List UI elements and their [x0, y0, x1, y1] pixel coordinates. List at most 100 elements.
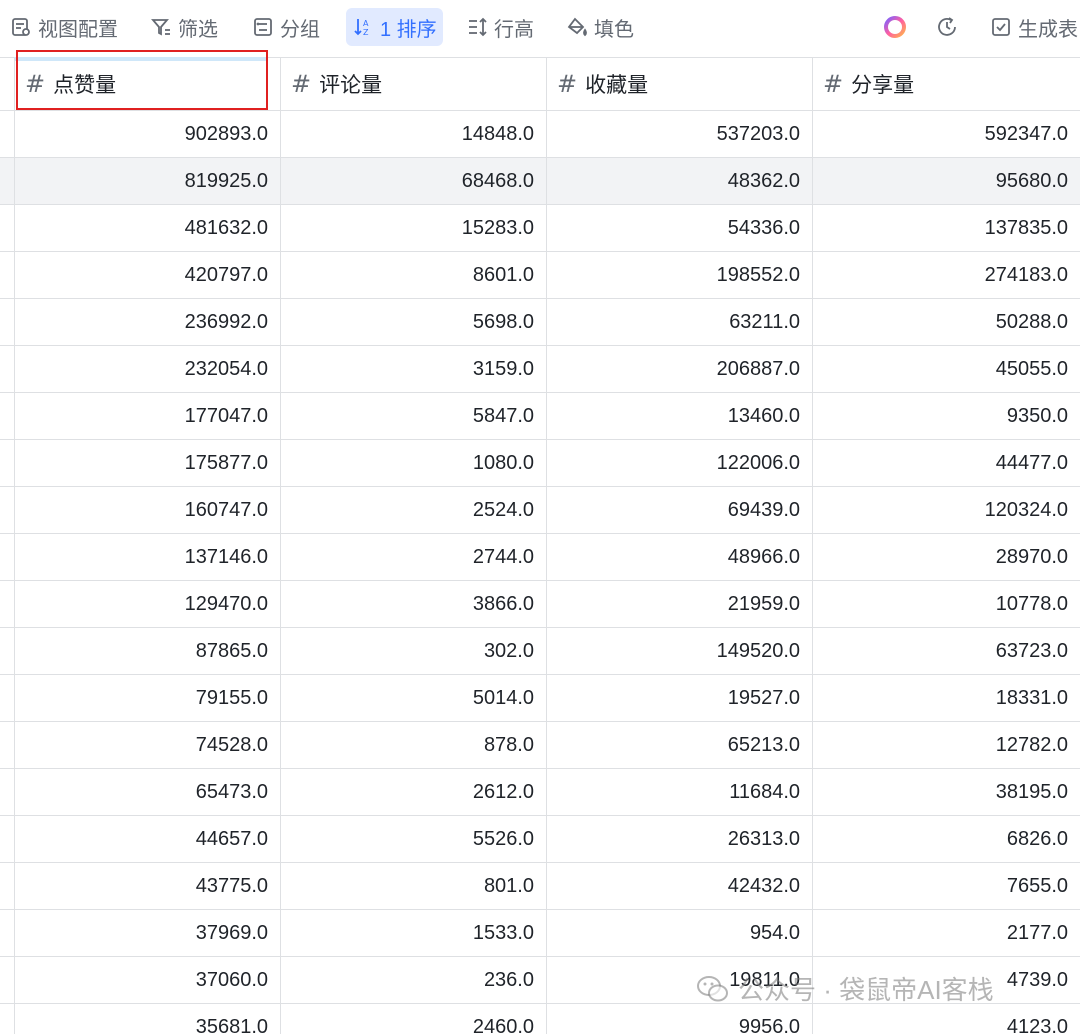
- row-height-button[interactable]: 行高: [466, 8, 534, 46]
- table-row[interactable]: 87865.0 302.0 149520.0 63723.0: [0, 628, 1080, 675]
- column-header-comments[interactable]: # 评论量: [280, 58, 546, 110]
- comments-cell[interactable]: 801.0: [280, 863, 546, 909]
- favorites-cell[interactable]: 21959.0: [546, 581, 812, 627]
- favorites-cell[interactable]: 954.0: [546, 910, 812, 956]
- table-row[interactable]: 37060.0 236.0 19811.0 4739.0: [0, 957, 1080, 1004]
- shares-cell[interactable]: 63723.0: [812, 628, 1080, 674]
- shares-cell[interactable]: 4123.0: [812, 1004, 1080, 1034]
- favorites-cell[interactable]: 149520.0: [546, 628, 812, 674]
- likes-cell[interactable]: 137146.0: [14, 534, 280, 580]
- shares-cell[interactable]: 4739.0: [812, 957, 1080, 1003]
- table-row[interactable]: 160747.0 2524.0 69439.0 120324.0: [0, 487, 1080, 534]
- view-config-button[interactable]: 视图配置: [10, 8, 118, 46]
- likes-cell[interactable]: 420797.0: [14, 252, 280, 298]
- fill-color-button[interactable]: 填色: [566, 8, 634, 46]
- comments-cell[interactable]: 15283.0: [280, 205, 546, 251]
- likes-cell[interactable]: 87865.0: [14, 628, 280, 674]
- favorites-cell[interactable]: 11684.0: [546, 769, 812, 815]
- table-row[interactable]: 902893.0 14848.0 537203.0 592347.0: [0, 111, 1080, 158]
- table-row[interactable]: 236992.0 5698.0 63211.0 50288.0: [0, 299, 1080, 346]
- favorites-cell[interactable]: 19527.0: [546, 675, 812, 721]
- likes-cell[interactable]: 79155.0: [14, 675, 280, 721]
- comments-cell[interactable]: 3866.0: [280, 581, 546, 627]
- favorites-cell[interactable]: 9956.0: [546, 1004, 812, 1034]
- favorites-cell[interactable]: 122006.0: [546, 440, 812, 486]
- table-row[interactable]: 37969.0 1533.0 954.0 2177.0: [0, 910, 1080, 957]
- shares-cell[interactable]: 7655.0: [812, 863, 1080, 909]
- sort-button[interactable]: A Z 1 排序: [346, 8, 443, 46]
- likes-cell[interactable]: 819925.0: [14, 158, 280, 204]
- shares-cell[interactable]: 50288.0: [812, 299, 1080, 345]
- favorites-cell[interactable]: 19811.0: [546, 957, 812, 1003]
- comments-cell[interactable]: 5526.0: [280, 816, 546, 862]
- table-row[interactable]: 65473.0 2612.0 11684.0 38195.0: [0, 769, 1080, 816]
- favorites-cell[interactable]: 42432.0: [546, 863, 812, 909]
- likes-cell[interactable]: 232054.0: [14, 346, 280, 392]
- likes-cell[interactable]: 35681.0: [14, 1004, 280, 1034]
- favorites-cell[interactable]: 206887.0: [546, 346, 812, 392]
- table-row[interactable]: 35681.0 2460.0 9956.0 4123.0: [0, 1004, 1080, 1034]
- table-row[interactable]: 137146.0 2744.0 48966.0 28970.0: [0, 534, 1080, 581]
- shares-cell[interactable]: 9350.0: [812, 393, 1080, 439]
- likes-cell[interactable]: 43775.0: [14, 863, 280, 909]
- comments-cell[interactable]: 2460.0: [280, 1004, 546, 1034]
- shares-cell[interactable]: 274183.0: [812, 252, 1080, 298]
- table-row[interactable]: 420797.0 8601.0 198552.0 274183.0: [0, 252, 1080, 299]
- column-header-shares[interactable]: # 分享量: [812, 58, 1080, 110]
- favorites-cell[interactable]: 69439.0: [546, 487, 812, 533]
- column-header-likes[interactable]: # 点赞量: [14, 58, 280, 110]
- likes-cell[interactable]: 160747.0: [14, 487, 280, 533]
- column-header-favorites[interactable]: # 收藏量: [546, 58, 812, 110]
- comments-cell[interactable]: 236.0: [280, 957, 546, 1003]
- likes-cell[interactable]: 236992.0: [14, 299, 280, 345]
- likes-cell[interactable]: 65473.0: [14, 769, 280, 815]
- comments-cell[interactable]: 878.0: [280, 722, 546, 768]
- favorites-cell[interactable]: 537203.0: [546, 111, 812, 157]
- favorites-cell[interactable]: 198552.0: [546, 252, 812, 298]
- favorites-cell[interactable]: 13460.0: [546, 393, 812, 439]
- comments-cell[interactable]: 2744.0: [280, 534, 546, 580]
- comments-cell[interactable]: 1080.0: [280, 440, 546, 486]
- ai-assistant-button[interactable]: [880, 12, 910, 42]
- table-row[interactable]: 481632.0 15283.0 54336.0 137835.0: [0, 205, 1080, 252]
- shares-cell[interactable]: 10778.0: [812, 581, 1080, 627]
- likes-cell[interactable]: 37969.0: [14, 910, 280, 956]
- filter-button[interactable]: 筛选: [150, 8, 218, 46]
- likes-cell[interactable]: 74528.0: [14, 722, 280, 768]
- comments-cell[interactable]: 1533.0: [280, 910, 546, 956]
- likes-cell[interactable]: 44657.0: [14, 816, 280, 862]
- comments-cell[interactable]: 5698.0: [280, 299, 546, 345]
- group-button[interactable]: 分组: [252, 8, 320, 46]
- shares-cell[interactable]: 38195.0: [812, 769, 1080, 815]
- shares-cell[interactable]: 6826.0: [812, 816, 1080, 862]
- comments-cell[interactable]: 2524.0: [280, 487, 546, 533]
- table-row[interactable]: 44657.0 5526.0 26313.0 6826.0: [0, 816, 1080, 863]
- likes-cell[interactable]: 129470.0: [14, 581, 280, 627]
- comments-cell[interactable]: 8601.0: [280, 252, 546, 298]
- likes-cell[interactable]: 37060.0: [14, 957, 280, 1003]
- favorites-cell[interactable]: 26313.0: [546, 816, 812, 862]
- table-row[interactable]: 79155.0 5014.0 19527.0 18331.0: [0, 675, 1080, 722]
- favorites-cell[interactable]: 54336.0: [546, 205, 812, 251]
- table-row[interactable]: 43775.0 801.0 42432.0 7655.0: [0, 863, 1080, 910]
- comments-cell[interactable]: 3159.0: [280, 346, 546, 392]
- table-row[interactable]: 232054.0 3159.0 206887.0 45055.0: [0, 346, 1080, 393]
- shares-cell[interactable]: 2177.0: [812, 910, 1080, 956]
- likes-cell[interactable]: 177047.0: [14, 393, 280, 439]
- shares-cell[interactable]: 592347.0: [812, 111, 1080, 157]
- shares-cell[interactable]: 137835.0: [812, 205, 1080, 251]
- generate-table-button[interactable]: 生成表: [990, 8, 1078, 46]
- table-row[interactable]: 177047.0 5847.0 13460.0 9350.0: [0, 393, 1080, 440]
- table-row[interactable]: 819925.0 68468.0 48362.0 95680.0: [0, 158, 1080, 205]
- favorites-cell[interactable]: 48362.0: [546, 158, 812, 204]
- shares-cell[interactable]: 95680.0: [812, 158, 1080, 204]
- comments-cell[interactable]: 14848.0: [280, 111, 546, 157]
- likes-cell[interactable]: 175877.0: [14, 440, 280, 486]
- table-row[interactable]: 175877.0 1080.0 122006.0 44477.0: [0, 440, 1080, 487]
- comments-cell[interactable]: 5014.0: [280, 675, 546, 721]
- table-row[interactable]: 129470.0 3866.0 21959.0 10778.0: [0, 581, 1080, 628]
- favorites-cell[interactable]: 48966.0: [546, 534, 812, 580]
- shares-cell[interactable]: 44477.0: [812, 440, 1080, 486]
- comments-cell[interactable]: 2612.0: [280, 769, 546, 815]
- shares-cell[interactable]: 28970.0: [812, 534, 1080, 580]
